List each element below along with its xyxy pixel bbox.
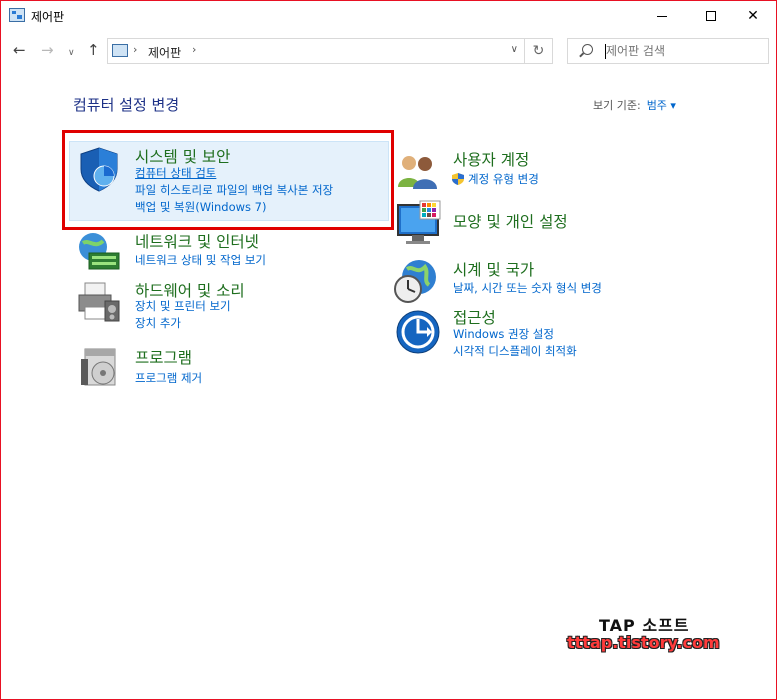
watermark-url: tttap.tistory.com	[567, 633, 720, 652]
address-dropdown-icon[interactable]: ∨	[511, 44, 518, 55]
users-icon[interactable]	[395, 151, 441, 191]
breadcrumb-separator[interactable]: ›	[133, 43, 137, 56]
appearance-monitor-icon[interactable]	[394, 199, 444, 247]
add-device-link[interactable]: 장치 추가	[135, 315, 181, 331]
up-button[interactable]: ↑	[87, 42, 100, 58]
maximize-button[interactable]	[688, 1, 734, 31]
printer-icon[interactable]	[75, 277, 123, 325]
programs-title[interactable]: 프로그램	[135, 346, 192, 368]
title-bar: 제어판 ✕	[1, 1, 776, 31]
maximize-icon	[706, 11, 716, 21]
devices-printers-link[interactable]: 장치 및 프린터 보기	[135, 298, 231, 314]
close-icon: ✕	[747, 8, 759, 24]
refresh-button[interactable]: ↻	[525, 38, 553, 64]
minimize-button[interactable]	[639, 1, 685, 31]
optimize-display-link[interactable]: 시각적 디스플레이 최적화	[453, 343, 577, 359]
search-icon	[582, 44, 593, 55]
navigation-bar: ← → ∨ ↑ › 제어판 › ∨ ↻	[1, 31, 776, 71]
date-time-format-link[interactable]: 날짜, 시간 또는 숫자 형식 변경	[453, 280, 602, 296]
uninstall-program-link[interactable]: 프로그램 제거	[135, 370, 202, 386]
system-security-title[interactable]: 시스템 및 보안	[135, 145, 230, 167]
windows-recommended-settings-link[interactable]: Windows 권장 설정	[453, 326, 554, 342]
search-box[interactable]	[567, 38, 769, 64]
window-title: 제어판	[31, 10, 65, 24]
breadcrumb-item[interactable]: 제어판	[148, 44, 181, 61]
network-globe-icon[interactable]	[75, 227, 123, 275]
address-bar[interactable]: › 제어판 › ∨	[107, 38, 525, 64]
control-panel-window: 제어판 ✕ ← → ∨ ↑ › 제어판 › ∨ ↻ 컴퓨터 설정 변경 보기 기…	[0, 0, 777, 700]
programs-icon[interactable]	[79, 345, 123, 389]
search-input[interactable]	[606, 42, 761, 60]
ease-of-access-title[interactable]: 접근성	[453, 306, 496, 328]
close-button[interactable]: ✕	[730, 1, 776, 31]
review-status-link[interactable]: 컴퓨터 상태 검토	[135, 165, 216, 181]
clock-globe-icon[interactable]	[393, 257, 441, 305]
view-by: 보기 기준: 범주 ▾	[593, 97, 676, 113]
view-by-dropdown[interactable]: 범주 ▾	[647, 99, 676, 112]
network-status-link[interactable]: 네트워크 상태 및 작업 보기	[135, 252, 266, 268]
control-panel-icon	[9, 8, 25, 22]
recent-locations-button[interactable]: ∨	[68, 45, 75, 61]
back-button[interactable]: ←	[13, 42, 26, 58]
change-account-type-link[interactable]: 계정 유형 변경	[468, 171, 539, 187]
backup-restore-link[interactable]: 백업 및 복원(Windows 7)	[135, 199, 267, 215]
user-accounts-title[interactable]: 사용자 계정	[453, 148, 529, 170]
clock-region-title[interactable]: 시계 및 국가	[453, 258, 534, 280]
network-title[interactable]: 네트워크 및 인터넷	[135, 230, 259, 252]
ease-of-access-icon[interactable]	[395, 309, 441, 355]
page-title: 컴퓨터 설정 변경	[73, 96, 180, 114]
breadcrumb-separator[interactable]: ›	[192, 43, 196, 56]
file-history-link[interactable]: 파일 히스토리로 파일의 백업 복사본 저장	[135, 182, 333, 198]
shield-icon[interactable]	[75, 145, 123, 193]
appearance-title[interactable]: 모양 및 개인 설정	[453, 210, 568, 232]
view-by-label: 보기 기준:	[593, 99, 641, 112]
uac-shield-icon	[452, 173, 464, 185]
forward-button[interactable]: →	[41, 42, 54, 58]
control-panel-icon	[112, 44, 128, 57]
minimize-icon	[657, 15, 667, 17]
